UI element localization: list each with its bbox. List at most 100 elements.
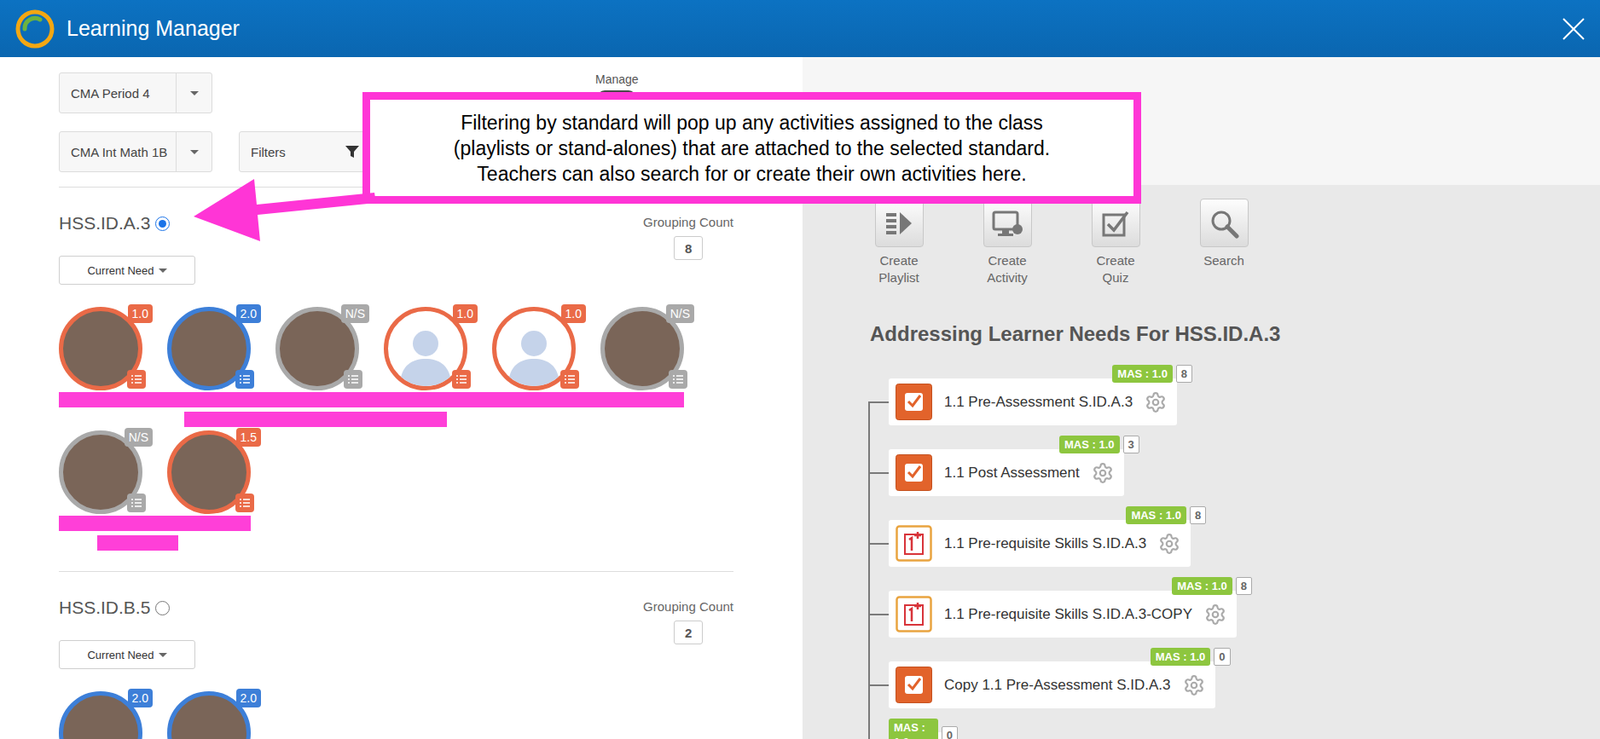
- filters-button[interactable]: Filters: [238, 131, 367, 173]
- callout-line: Filtering by standard will pop up any ac…: [460, 110, 1044, 136]
- mastery-badges: MAS : 1.08: [1125, 506, 1206, 525]
- select-caret: [175, 73, 212, 113]
- standard-header: HSS.ID.A.3 Current Need Grouping Count8: [58, 212, 734, 285]
- activity-tree: 1.1 Pre-Assessment S.ID.A.3MAS : 1.081.1…: [868, 378, 1600, 739]
- current-need-dropdown[interactable]: Current Need: [58, 640, 196, 670]
- search-action[interactable]: Search: [1181, 198, 1267, 287]
- action-tile: [1091, 198, 1141, 248]
- list-icon: [564, 375, 575, 384]
- activity-card[interactable]: Copy 1.1 Pre-Assessment S.ID.A.3MAS : 1.…: [888, 661, 1216, 709]
- callout-line: (playlists or stand-alones) that are att…: [453, 135, 1050, 162]
- assessment-icon: [895, 383, 933, 421]
- grouping-count-box: 8: [673, 236, 703, 261]
- gear-icon[interactable]: [1182, 674, 1206, 697]
- list-icon: [131, 498, 142, 508]
- avatar-row: 1.02.0N/S1.01.0N/S: [58, 307, 734, 391]
- grouping-count: Grouping Count8: [643, 212, 734, 261]
- score-badge: 1.0: [127, 304, 153, 324]
- window-title: Learning Manager: [66, 16, 240, 41]
- student-grid: 1.02.0N/S1.01.0N/SN/S1.5: [58, 307, 734, 554]
- activity-card[interactable]: MAS : 1.00: [888, 732, 943, 739]
- activity-card[interactable]: 1.1 Pre-Assessment S.ID.A.3MAS : 1.08: [888, 378, 1177, 426]
- close-button[interactable]: [1559, 14, 1589, 44]
- standard-title-group: HSS.ID.B.5 Current Need: [58, 597, 196, 670]
- playlist-badge[interactable]: [127, 370, 146, 389]
- annotation-arrow-icon: [0, 0, 393, 256]
- student-row: 1.02.0N/S1.01.0N/S: [58, 307, 734, 430]
- quiz-action[interactable]: CreateQuiz: [1072, 198, 1159, 287]
- action-tile: [875, 198, 924, 248]
- activity-card[interactable]: 1.1 Post AssessmentMAS : 1.03: [888, 449, 1125, 497]
- person-icon: [391, 318, 460, 387]
- student-avatar[interactable]: 1.0: [492, 307, 576, 391]
- annotation-callout: Filtering by standard will pop up any ac…: [362, 92, 1142, 204]
- grouping-label: Grouping Count: [643, 599, 734, 615]
- activity-item: 1.1 Pre-Assessment S.ID.A.3MAS : 1.08: [888, 378, 1600, 426]
- playlist-badge[interactable]: [560, 370, 580, 389]
- student-avatar[interactable]: 2.0: [167, 307, 251, 391]
- playlist-badge[interactable]: [668, 370, 688, 389]
- activity-card[interactable]: 1.1 Pre-requisite Skills S.ID.A.3-COPYMA…: [888, 591, 1237, 638]
- quiz-icon: [1100, 208, 1131, 239]
- select-caret: [175, 132, 212, 172]
- activity-title: 1.1 Post Assessment: [944, 464, 1080, 482]
- redaction-bar: [184, 411, 447, 428]
- activity-title: 1.1 Pre-requisite Skills S.ID.A.3: [944, 535, 1147, 553]
- student-count: 8: [1189, 506, 1206, 525]
- list-icon: [456, 375, 467, 384]
- standard-radio[interactable]: [155, 216, 170, 232]
- activity-action[interactable]: CreateActivity: [964, 198, 1050, 287]
- callout-line: Teachers can also search for or create t…: [476, 161, 1027, 187]
- standard-radio[interactable]: [155, 601, 170, 616]
- activity-item: 1.1 Post AssessmentMAS : 1.03: [888, 449, 1600, 497]
- caret-icon: [190, 91, 199, 96]
- activity-icon: [991, 208, 1024, 239]
- course-select[interactable]: CMA Int Math 1B: [58, 131, 213, 173]
- current-need-dropdown[interactable]: Current Need: [58, 255, 196, 285]
- playlist-badge[interactable]: [343, 370, 363, 389]
- grouping-count-box: 2: [673, 620, 703, 645]
- student-count: 8: [1235, 577, 1253, 596]
- tree-line: [868, 401, 870, 739]
- class-select[interactable]: CMA Period 4: [58, 72, 213, 114]
- filter-icon: [343, 143, 361, 161]
- activity-item: 1.1 Pre-requisite Skills S.ID.A.3-COPYMA…: [888, 591, 1600, 638]
- standard-title-row: HSS.ID.A.3: [58, 212, 170, 235]
- student-avatar[interactable]: 1.5: [167, 430, 251, 515]
- playlist-action[interactable]: CreatePlaylist: [856, 198, 942, 287]
- mas-badge: MAS : 1.0: [1125, 506, 1187, 525]
- gear-icon[interactable]: [1144, 391, 1167, 414]
- playlist-badge[interactable]: [235, 493, 255, 513]
- gear-icon[interactable]: [1158, 533, 1181, 556]
- playlist-badge[interactable]: [127, 493, 146, 513]
- student-avatar[interactable]: 2.0: [167, 691, 251, 739]
- prerequisite-icon: [895, 596, 933, 633]
- score-badge: N/S: [666, 304, 695, 324]
- student-avatar[interactable]: 2.0: [58, 691, 143, 739]
- action-tile: [983, 198, 1032, 248]
- mas-badge: MAS : 1.0: [1150, 648, 1212, 667]
- student-avatar[interactable]: N/S: [58, 430, 143, 515]
- gear-icon[interactable]: [1091, 462, 1114, 485]
- mas-badge: MAS : 1.0: [888, 718, 939, 739]
- activity-title: Copy 1.1 Pre-Assessment S.ID.A.3: [944, 677, 1172, 695]
- student-avatar[interactable]: N/S: [275, 307, 360, 391]
- activity-card[interactable]: 1.1 Pre-requisite Skills S.ID.A.3MAS : 1…: [888, 520, 1191, 568]
- name-redaction: [58, 392, 734, 430]
- playlist-badge[interactable]: [452, 370, 471, 389]
- score-badge: N/S: [124, 428, 153, 447]
- standard-section: HSS.ID.A.3 Current Need Grouping Count8 1.0…: [58, 187, 734, 572]
- standard-title-row: HSS.ID.B.5: [58, 597, 170, 620]
- playlist-badge[interactable]: [235, 370, 255, 389]
- student-avatar[interactable]: 1.0: [58, 307, 143, 391]
- student-avatar[interactable]: 1.0: [383, 307, 468, 391]
- standard-title-group: HSS.ID.A.3 Current Need: [58, 212, 196, 285]
- standard-code: HSS.ID.B.5: [58, 597, 151, 619]
- activity-title: 1.1 Pre-Assessment S.ID.A.3: [944, 394, 1133, 412]
- gear-icon[interactable]: [1204, 603, 1227, 627]
- action-label: CreatePlaylist: [878, 252, 920, 287]
- student-avatar[interactable]: N/S: [600, 307, 685, 391]
- mastery-badges: MAS : 1.08: [1112, 365, 1193, 383]
- mastery-badges: MAS : 1.03: [1059, 435, 1140, 454]
- playlist-icon: [883, 208, 915, 239]
